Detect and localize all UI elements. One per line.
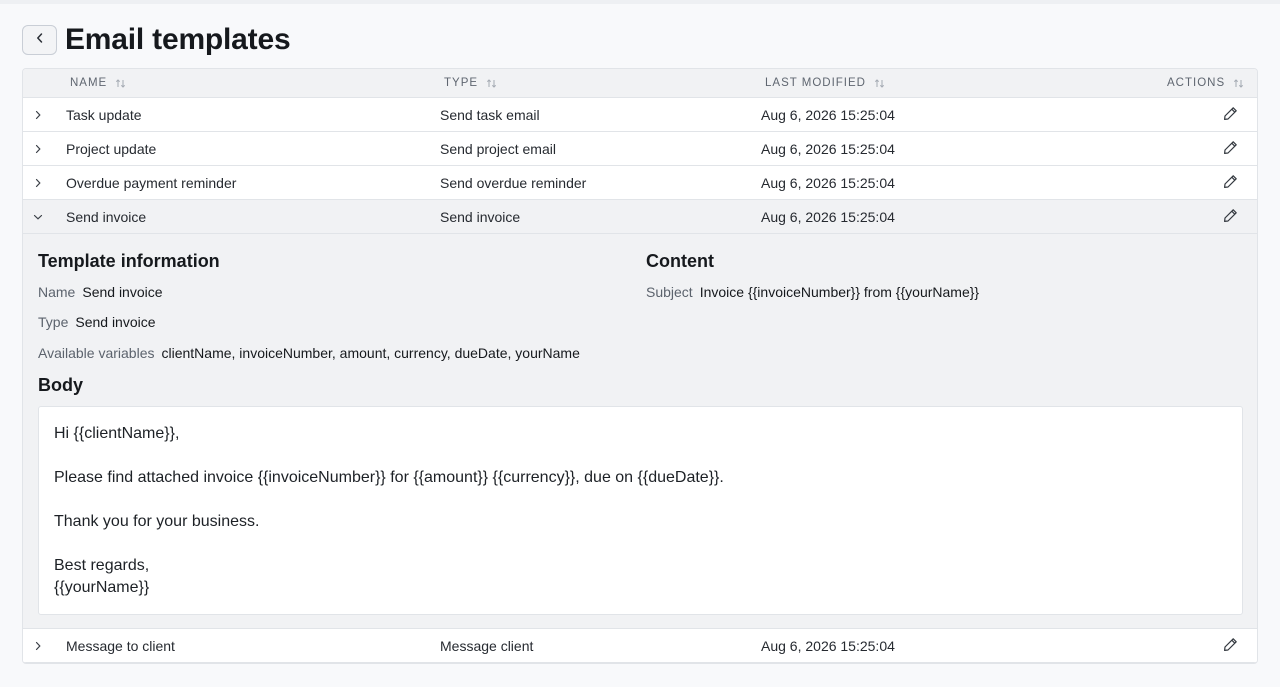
chevron-right-icon[interactable] <box>32 177 44 189</box>
body-line: Thank you for your business. <box>54 513 260 530</box>
body-line: Hi {{clientName}}, <box>54 425 180 442</box>
edit-button[interactable] <box>1221 132 1239 165</box>
template-detail-panel: Template information Name Send invoice T… <box>23 234 1257 629</box>
body-title: Body <box>38 375 83 395</box>
row-name: Overdue payment reminder <box>66 174 237 191</box>
row-last-modified: Aug 6, 2026 15:25:04 <box>761 208 895 225</box>
column-label: ACTIONS <box>1167 77 1226 89</box>
pencil-icon <box>1223 106 1238 124</box>
variables-value: clientName, invoiceNumber, amount, curre… <box>161 345 580 361</box>
top-bar <box>0 0 1280 4</box>
column-label: NAME <box>70 77 108 89</box>
row-type: Message client <box>440 637 534 654</box>
detail-name: Name Send invoice <box>38 284 163 300</box>
edit-button[interactable] <box>1221 166 1239 199</box>
chevron-right-icon[interactable] <box>32 640 44 652</box>
row-name: Message to client <box>66 637 175 654</box>
sort-icon[interactable] <box>486 78 497 89</box>
row-name: Project update <box>66 140 157 157</box>
row-last-modified: Aug 6, 2026 15:25:04 <box>761 174 895 191</box>
chevron-right-icon[interactable] <box>32 143 44 155</box>
row-type: Send project email <box>440 140 556 157</box>
sort-icon[interactable] <box>115 78 126 89</box>
column-label: LAST MODIFIED <box>765 77 866 89</box>
pencil-icon <box>1223 174 1238 192</box>
row-last-modified: Aug 6, 2026 15:25:04 <box>761 637 895 654</box>
name-label: Name <box>38 284 76 300</box>
templates-table: NAME TYPE LAST MODIFIED ACTIONS Task upd… <box>22 68 1258 664</box>
back-button[interactable] <box>22 25 57 55</box>
table-row-expanded[interactable]: Send invoice Send invoice Aug 6, 2026 15… <box>23 200 1257 234</box>
chevron-right-icon[interactable] <box>32 109 44 121</box>
chevron-left-icon <box>35 31 45 49</box>
type-label: Type <box>38 314 69 330</box>
page-header: Email templates <box>22 23 291 56</box>
column-header-actions[interactable]: ACTIONS <box>1167 69 1244 97</box>
subject-label: Subject <box>646 284 693 300</box>
column-header-last-modified[interactable]: LAST MODIFIED <box>765 69 885 97</box>
email-body-preview: Hi {{clientName}}, Please find attached … <box>38 406 1243 615</box>
column-header-name[interactable]: NAME <box>70 69 126 97</box>
name-value: Send invoice <box>82 284 163 300</box>
sort-icon[interactable] <box>1233 78 1244 89</box>
pencil-icon <box>1223 208 1238 226</box>
body-line: Please find attached invoice {{invoiceNu… <box>54 469 724 486</box>
table-header: NAME TYPE LAST MODIFIED ACTIONS <box>23 69 1257 98</box>
row-last-modified: Aug 6, 2026 15:25:04 <box>761 140 895 157</box>
chevron-down-icon[interactable] <box>32 211 44 223</box>
variables-label: Available variables <box>38 345 155 361</box>
row-type: Send overdue reminder <box>440 174 587 191</box>
body-line: Best regards, <box>54 557 150 574</box>
page-title: Email templates <box>65 23 291 56</box>
row-name: Send invoice <box>66 208 147 225</box>
table-row[interactable]: Project update Send project email Aug 6,… <box>23 132 1257 166</box>
detail-subject: Subject Invoice {{invoiceNumber}} from {… <box>646 284 979 300</box>
type-value: Send invoice <box>75 314 156 330</box>
detail-type: Type Send invoice <box>38 314 156 330</box>
table-row[interactable]: Task update Send task email Aug 6, 2026 … <box>23 98 1257 132</box>
content-title: Content <box>646 251 714 271</box>
subject-value: Invoice {{invoiceNumber}} from {{yourNam… <box>699 284 980 300</box>
detail-variables: Available variables clientName, invoiceN… <box>38 345 580 361</box>
edit-button[interactable] <box>1221 98 1239 131</box>
row-type: Send invoice <box>440 208 521 225</box>
column-header-type[interactable]: TYPE <box>444 69 497 97</box>
sort-icon[interactable] <box>874 78 885 89</box>
table-row[interactable]: Message to client Message client Aug 6, … <box>23 629 1257 663</box>
row-last-modified: Aug 6, 2026 15:25:04 <box>761 106 895 123</box>
table-row[interactable]: Overdue payment reminder Send overdue re… <box>23 166 1257 200</box>
template-information-title: Template information <box>38 251 220 271</box>
edit-button[interactable] <box>1221 629 1239 662</box>
edit-button[interactable] <box>1221 200 1239 233</box>
pencil-icon <box>1223 637 1238 655</box>
row-name: Task update <box>66 106 142 123</box>
row-type: Send task email <box>440 106 540 123</box>
column-label: TYPE <box>444 77 479 89</box>
pencil-icon <box>1223 140 1238 158</box>
body-line: {{yourName}} <box>54 579 150 596</box>
